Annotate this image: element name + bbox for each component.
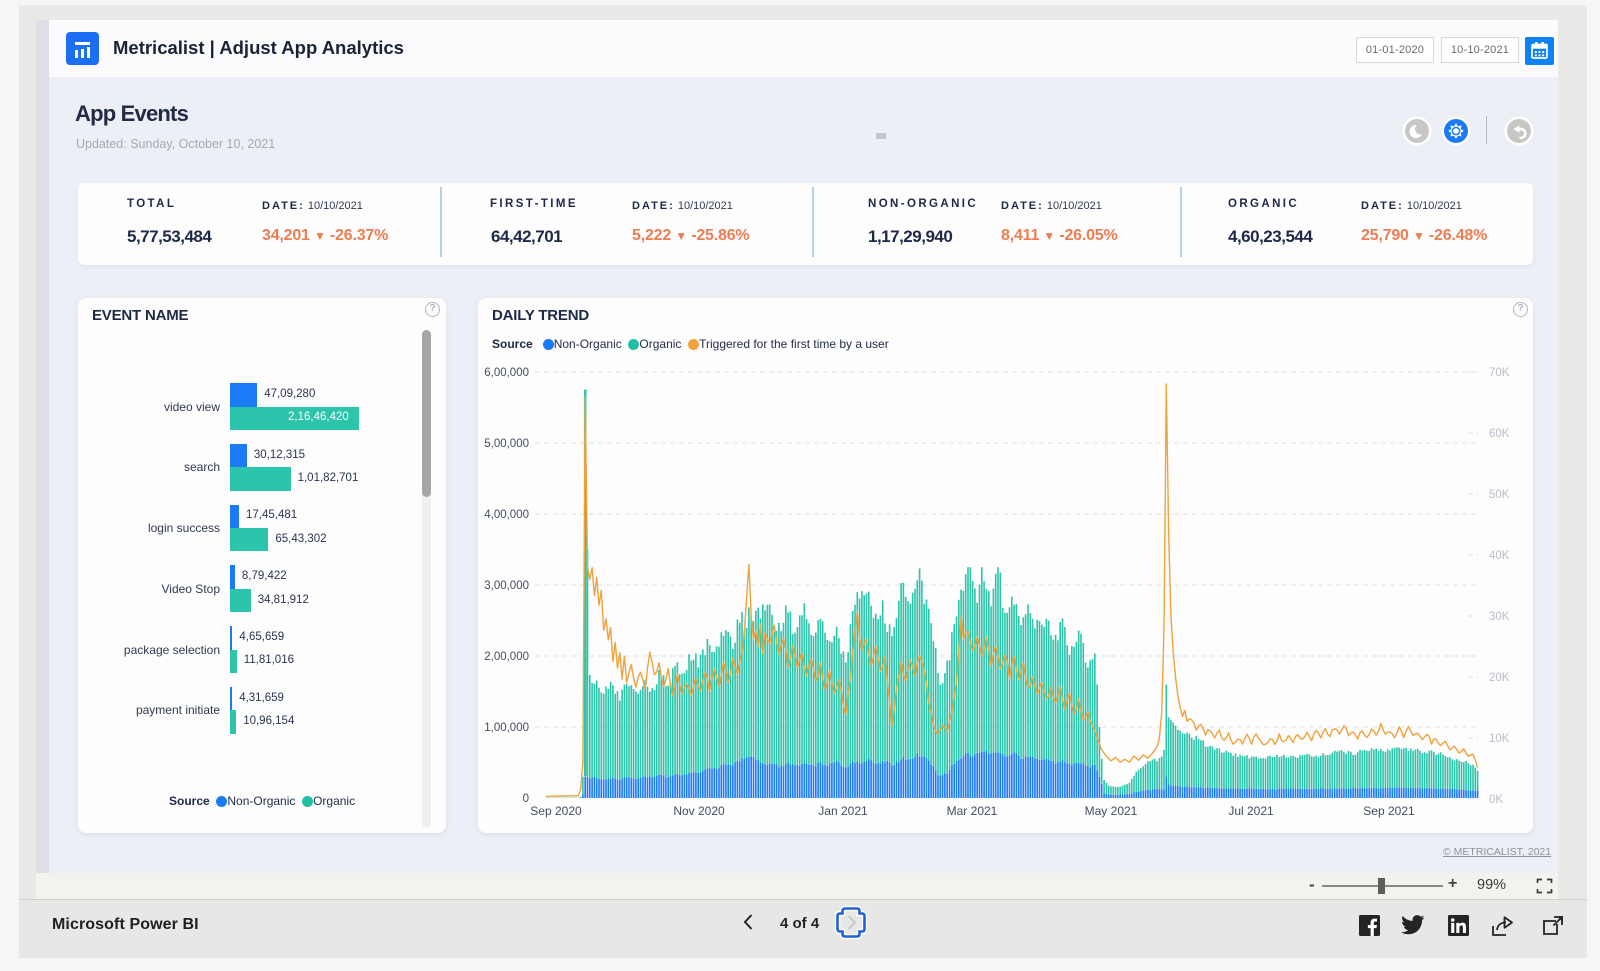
svg-text:10K: 10K (1489, 733, 1510, 745)
svg-text:0: 0 (523, 793, 529, 805)
svg-text:Jan 2021: Jan 2021 (818, 804, 868, 818)
svg-text:Sep 2021: Sep 2021 (1363, 804, 1415, 818)
svg-text:0K: 0K (1489, 794, 1503, 806)
svg-text:50K: 50K (1489, 489, 1510, 501)
svg-text:40K: 40K (1489, 550, 1510, 562)
svg-text:20K: 20K (1489, 672, 1510, 684)
svg-text:2,00,000: 2,00,000 (484, 651, 529, 663)
svg-text:3,00,000: 3,00,000 (484, 580, 529, 592)
svg-text:4,00,000: 4,00,000 (484, 509, 529, 521)
svg-text:Sep 2020: Sep 2020 (530, 804, 582, 818)
svg-text:May 2021: May 2021 (1085, 804, 1138, 818)
svg-text:Jul 2021: Jul 2021 (1228, 804, 1274, 818)
svg-text:70K: 70K (1489, 367, 1510, 379)
svg-text:5,00,000: 5,00,000 (484, 438, 529, 450)
svg-text:6,00,000: 6,00,000 (484, 367, 529, 379)
svg-text:60K: 60K (1489, 428, 1510, 440)
svg-text:30K: 30K (1489, 611, 1510, 623)
svg-text:Mar 2021: Mar 2021 (947, 804, 998, 818)
svg-text:Nov 2020: Nov 2020 (673, 804, 725, 818)
svg-text:1,00,000: 1,00,000 (484, 722, 529, 734)
